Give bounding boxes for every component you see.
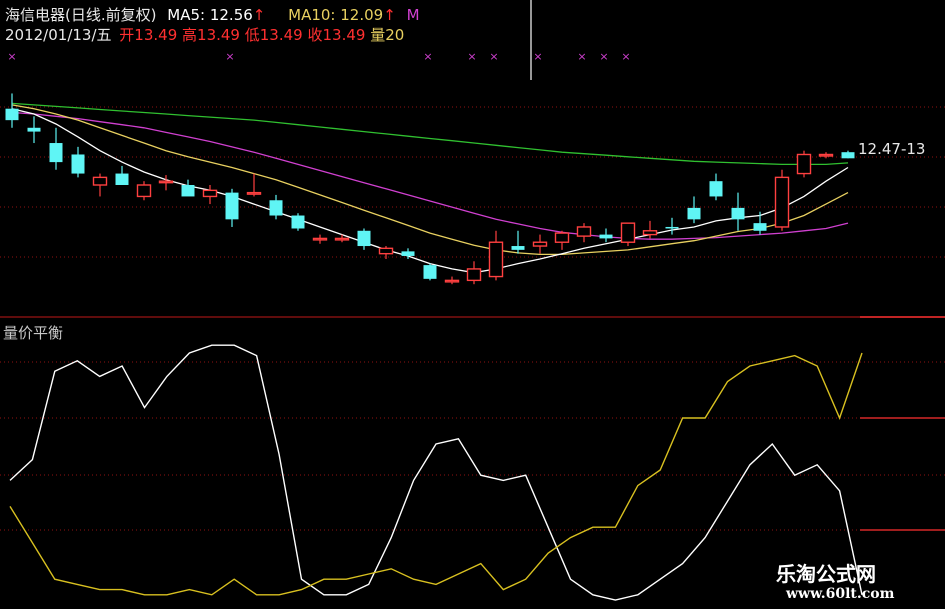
candle-body-down (665, 226, 679, 229)
candle-body-up (576, 226, 592, 237)
ma5-arrow-icon: ↑ (252, 6, 266, 24)
ma-extra-label: M (406, 6, 420, 24)
candle-body-down (731, 207, 745, 220)
signal-marker: × (7, 50, 16, 63)
candle-body-up (92, 176, 108, 186)
candle-body-up (642, 230, 658, 236)
candle-body-down (401, 251, 415, 256)
ma60-line (11, 102, 849, 166)
signal-marker: × (621, 50, 630, 63)
candle-body-up (554, 232, 570, 243)
candle-body-down (27, 127, 41, 132)
candle-body-down (709, 181, 723, 197)
signal-marker: × (533, 50, 542, 63)
chart-canvas: × × × × × × × × × (0, 0, 945, 601)
candle-body-up (378, 247, 394, 255)
signal-marker: × (577, 50, 586, 63)
candle-body-up (246, 191, 262, 195)
watermark-url: www.60lt.com (786, 586, 895, 602)
candle-body-down (225, 192, 239, 220)
candle-body-down (49, 143, 63, 163)
high-label: 高13.49 (182, 26, 240, 44)
candle-body-up (334, 237, 350, 241)
stock-title: 海信电器(日线.前复权) (5, 6, 157, 24)
close-label: 收13.49 (307, 26, 366, 44)
indicator-series-white (9, 344, 863, 601)
header-row-1: 海信电器(日线.前复权) MA5: 12.56↑ MA10: 12.09↑ M (5, 4, 420, 25)
candle-body-up (466, 268, 482, 282)
candle-body-up (444, 279, 460, 283)
signal-marker: × (225, 50, 234, 63)
candle-body-up (818, 153, 834, 157)
candle-body-down (841, 152, 855, 159)
date-label: 2012/01/13/五 (5, 26, 112, 44)
candle-body-up (620, 222, 636, 243)
candle-body-up (774, 176, 790, 228)
open-label: 开13.49 (119, 26, 178, 44)
candle-body-down (423, 265, 437, 279)
candle-body-up (158, 180, 174, 184)
candle-body-down (687, 207, 701, 220)
indicator-series-yellow (9, 352, 863, 596)
candle-body-down (753, 223, 767, 231)
candle-body-down (291, 215, 305, 229)
ma5-label: MA5: 12.56 (167, 6, 253, 24)
candle-body-down (511, 246, 525, 250)
watermark-title: 乐淘公式网 (776, 562, 876, 586)
chart-stage: × × × × × × × × × 海信电器(日线.前复权) MA5: 12.56↑ MA10:… (0, 0, 945, 609)
candle-body-up (532, 241, 548, 247)
ma10-label: MA10: 12.09 (288, 6, 384, 24)
signal-marker: × (599, 50, 608, 63)
candle-body-down (115, 173, 129, 185)
candle-body-up (796, 153, 812, 175)
candle-body-up (136, 184, 152, 198)
low-label: 低13.49 (244, 26, 303, 44)
signal-marker: × (423, 50, 432, 63)
signal-marker: × (467, 50, 476, 63)
candle-body-up (202, 189, 218, 198)
candle-body-down (599, 234, 613, 239)
signal-marker: × (489, 50, 498, 63)
volume-label: 量20 (370, 26, 405, 44)
candle-body-down (357, 230, 371, 247)
candle-body-down (181, 185, 195, 197)
last-price-label: 12.47-13 (858, 140, 926, 158)
indicator-title: 量价平衡 (3, 324, 64, 342)
header-row-2: 2012/01/13/五 开13.49 高13.49 低13.49 收13.49… (5, 24, 404, 45)
ma10-arrow-icon: ↑ (383, 6, 396, 24)
candle-body-up (312, 237, 328, 241)
candle-body-up (488, 241, 504, 278)
candle-body-down (269, 200, 283, 216)
candle-body-down (5, 108, 19, 121)
candle-body-down (71, 154, 85, 174)
